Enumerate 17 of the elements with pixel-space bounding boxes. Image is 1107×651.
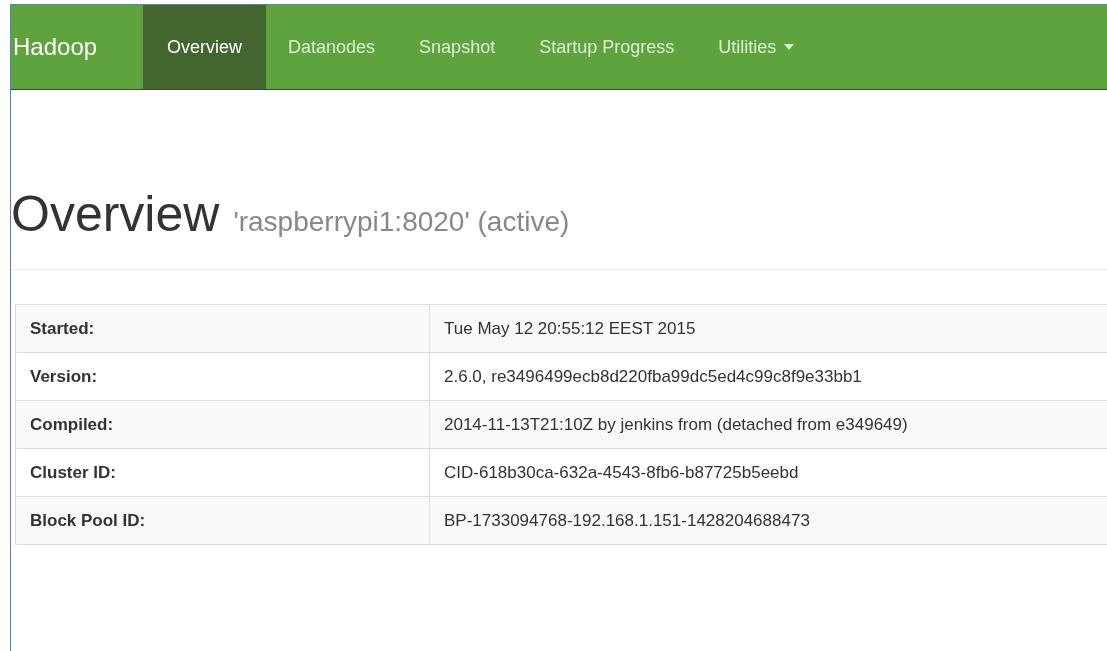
caret-icon <box>784 44 795 50</box>
table-cell: Cluster ID: <box>15 448 430 497</box>
nav-tab[interactable]: Overview <box>143 5 266 89</box>
table-cell: Block Pool ID: <box>15 496 430 545</box>
table-cell: BP-1733094768-192.168.1.151-1428204688473 <box>429 496 1107 545</box>
nav-tab[interactable]: Utilities <box>696 5 817 89</box>
nav-tab[interactable]: Startup Progress <box>517 5 697 89</box>
page-title: Overview <box>11 185 220 243</box>
brand-title[interactable]: Hadoop <box>11 5 143 89</box>
nav-tab[interactable]: Snapshot <box>397 5 518 89</box>
table-cell: Version: <box>15 352 430 401</box>
nav-tab[interactable]: Datanodes <box>266 5 398 89</box>
page-subtitle: 'raspberrypi1:8020' (active) <box>233 206 570 238</box>
table-cell: Tue May 12 20:55:12 EEST 2015 <box>429 304 1107 353</box>
table-cell: Started: <box>15 304 430 353</box>
table-cell: Compiled: <box>15 400 430 449</box>
table-cell: 2014-11-13T21:10Z by jenkins from (detached from e349649) <box>429 400 1107 449</box>
